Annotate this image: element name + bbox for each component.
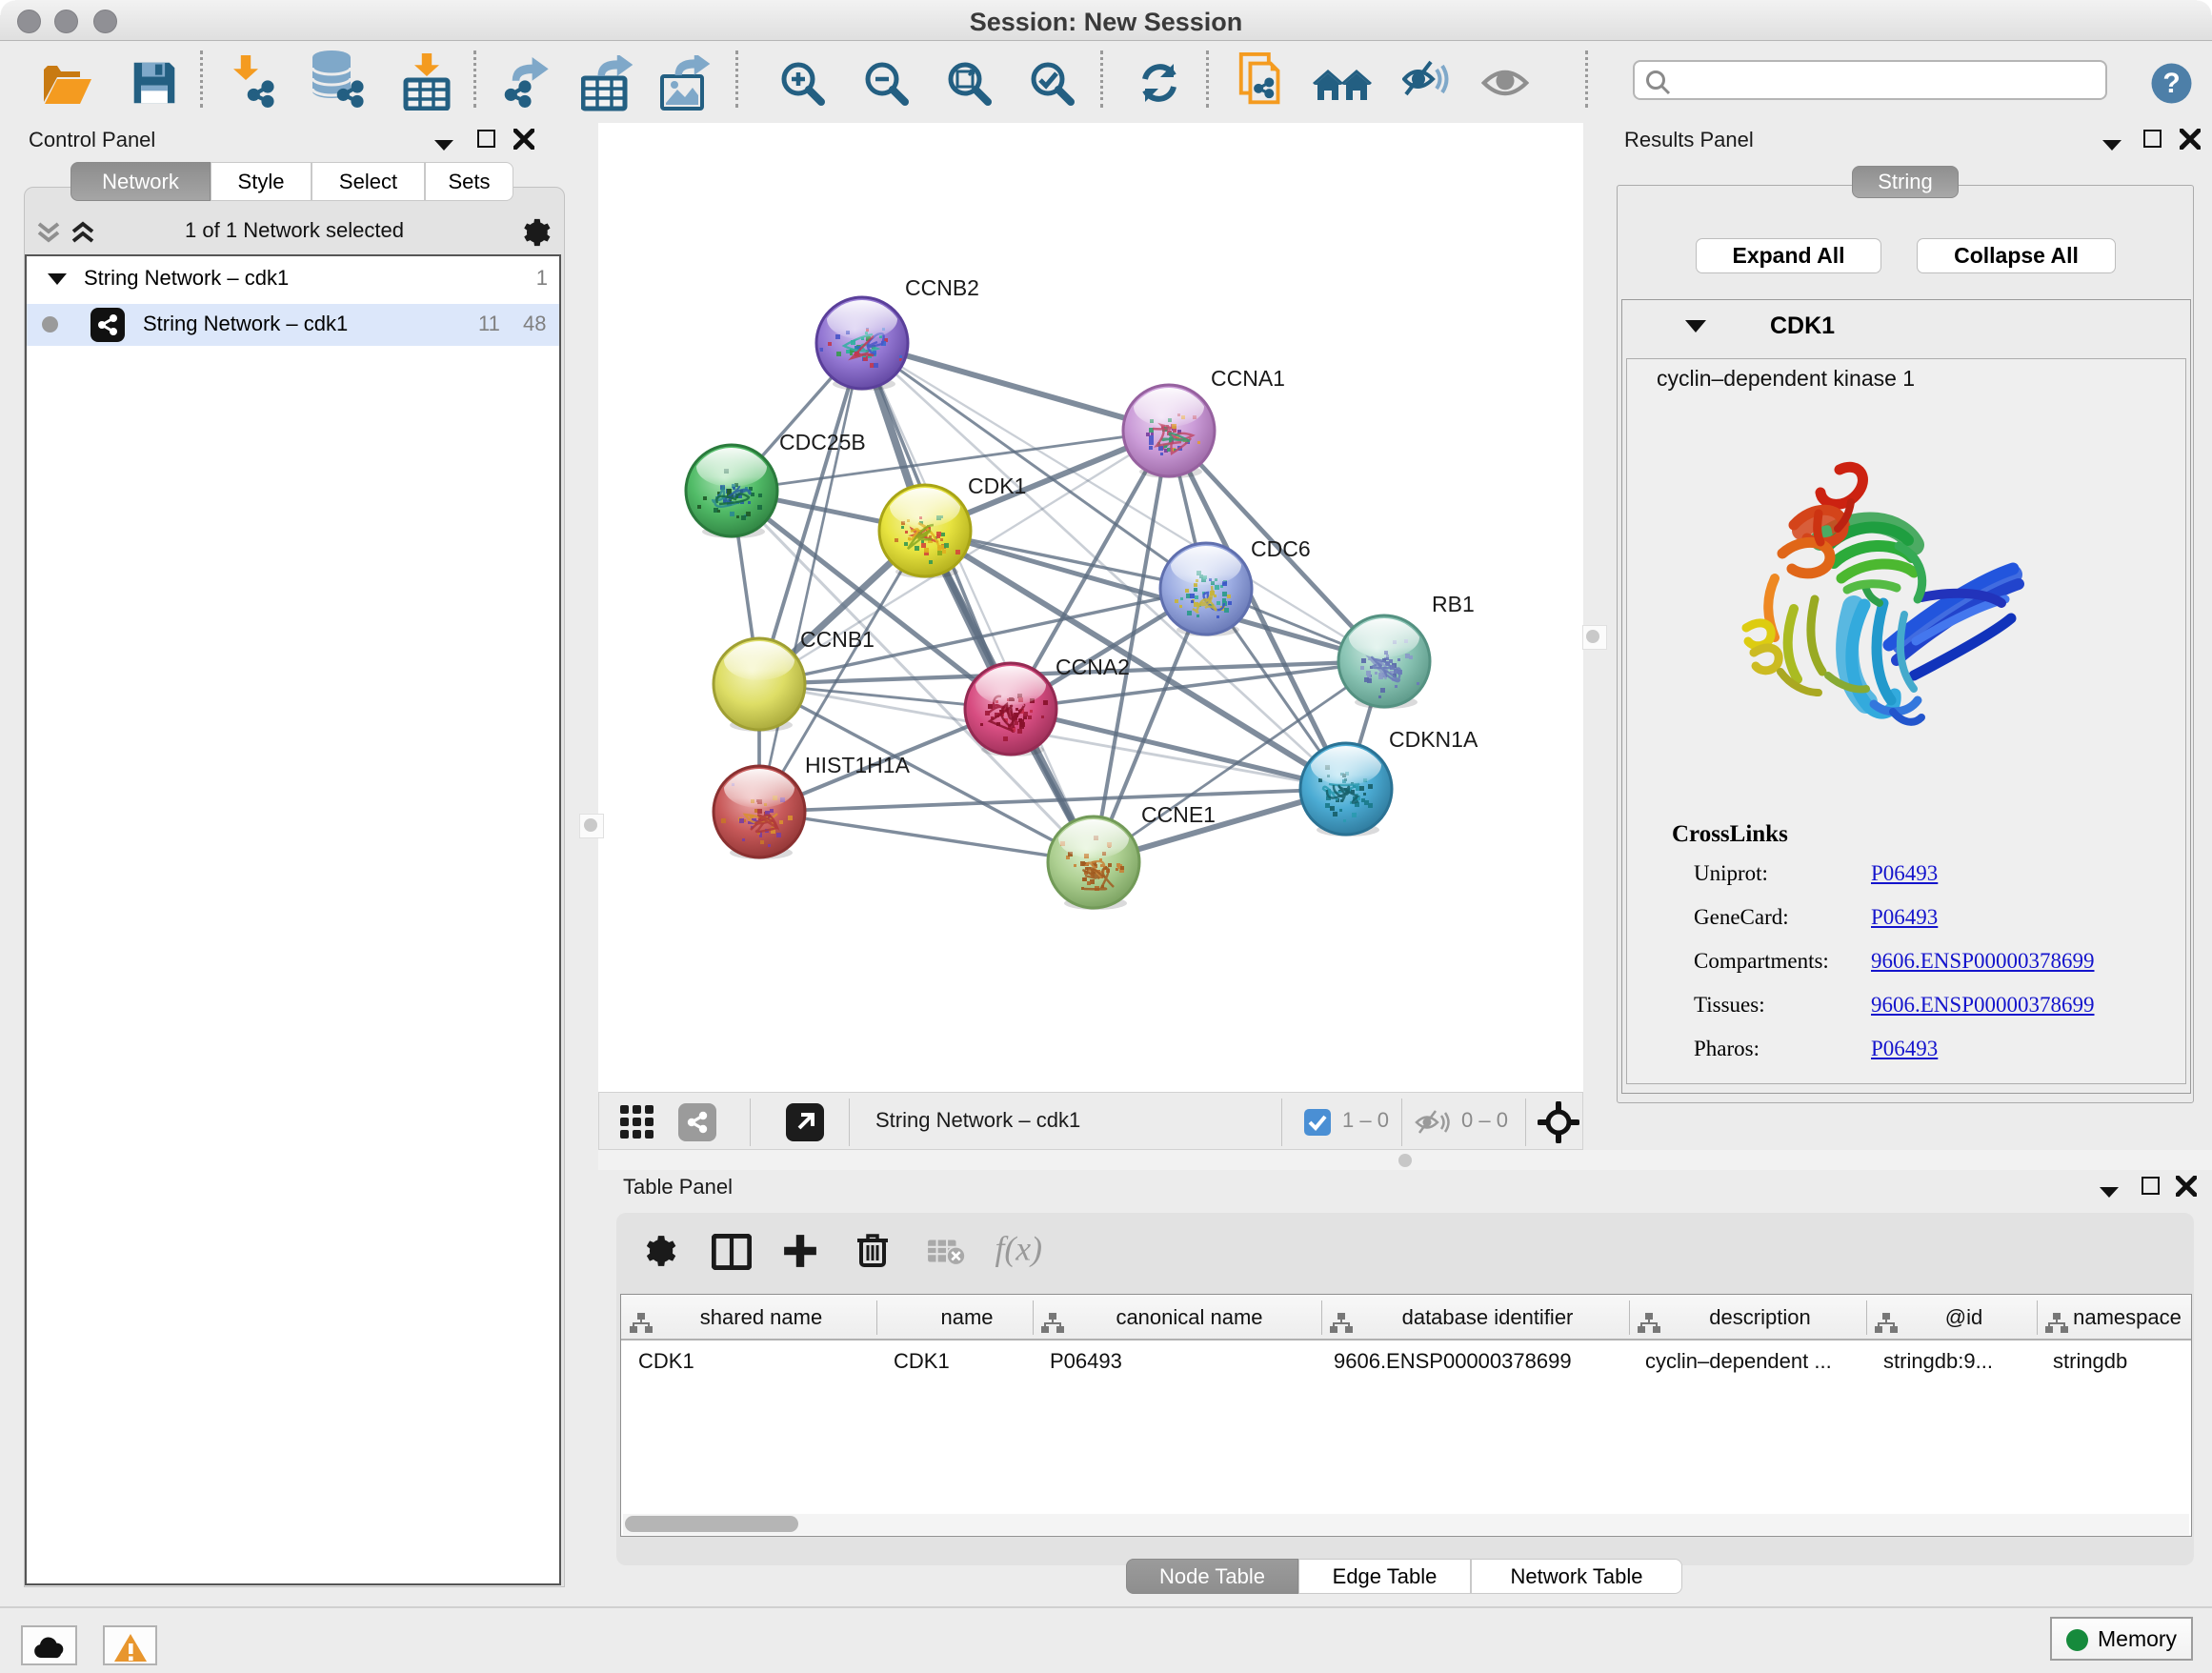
svg-text:f(x): f(x) <box>995 1230 1042 1268</box>
svg-text:CCNB2: CCNB2 <box>905 275 979 300</box>
svg-text:HIST1H1A: HIST1H1A <box>805 753 911 777</box>
svg-text:CCNB1: CCNB1 <box>800 627 875 652</box>
svg-text:CDK1: CDK1 <box>968 474 1026 498</box>
svg-text:CCNA1: CCNA1 <box>1211 366 1285 391</box>
svg-text:RB1: RB1 <box>1432 592 1475 616</box>
svg-text:CCNE1: CCNE1 <box>1141 802 1216 827</box>
svg-text:?: ? <box>2162 68 2180 99</box>
svg-text:CDKN1A: CDKN1A <box>1389 727 1478 752</box>
svg-text:CDC6: CDC6 <box>1251 536 1311 561</box>
svg-text:CDC25B: CDC25B <box>779 430 866 454</box>
svg-text:CCNA2: CCNA2 <box>1056 655 1130 679</box>
